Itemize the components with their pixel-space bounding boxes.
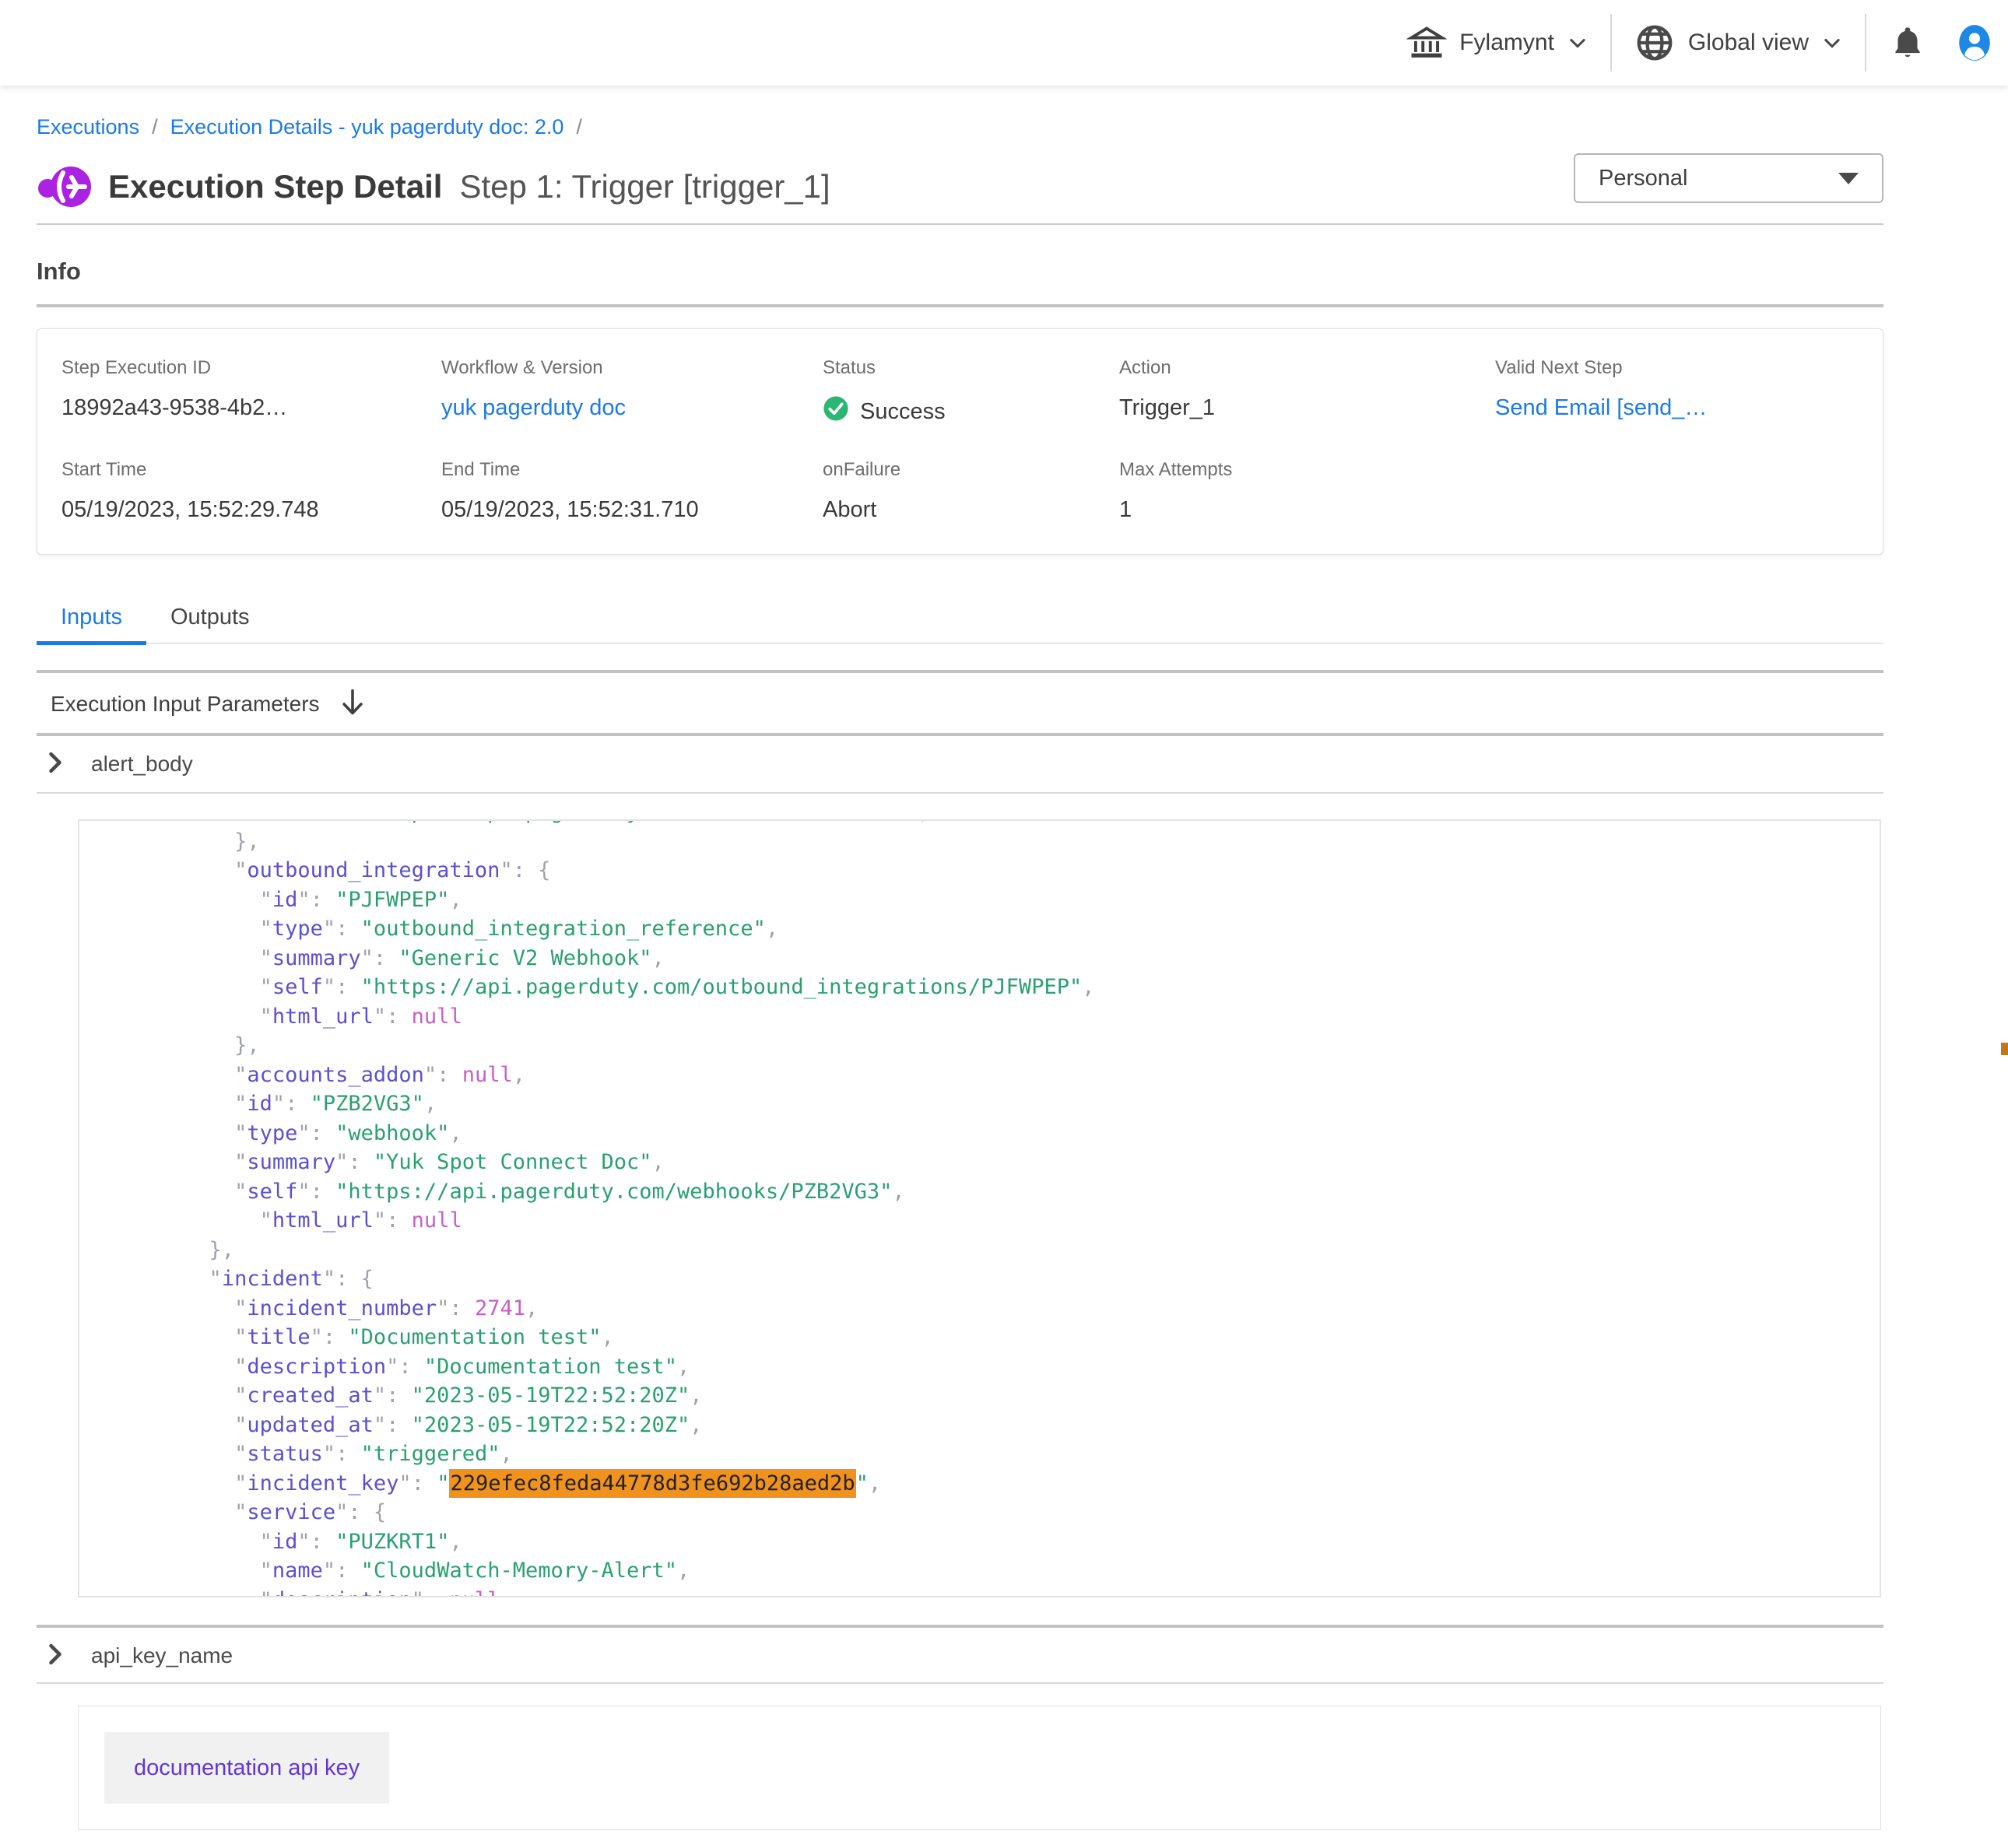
info-card: Step Execution ID 18992a43-9538-4b2… Wor…	[37, 328, 1883, 555]
param-label-alert-body: alert_body	[91, 752, 193, 777]
tab-inputs[interactable]: Inputs	[37, 605, 146, 643]
org-label: Fylamynt	[1459, 30, 1554, 56]
tab-outputs[interactable]: Outputs	[146, 605, 274, 643]
execution-input-parameters-row: Execution Input Parameters	[37, 687, 1883, 721]
divider	[37, 304, 1883, 307]
param-label-api-key-name: api_key_name	[91, 1643, 233, 1668]
field-step-execution-id: Step Execution ID 18992a43-9538-4b2…	[61, 357, 441, 428]
workflow-step-icon	[37, 159, 93, 215]
scrollbar-find-marker	[2001, 1043, 2008, 1055]
field-start-time: Start Time 05/19/2023, 15:52:29.748	[61, 459, 441, 523]
globe-icon	[1634, 22, 1676, 64]
next-step-link[interactable]: Send Email [send_…	[1495, 395, 1883, 421]
param-row-alert-body[interactable]: alert_body	[37, 746, 1883, 782]
view-label: Global view	[1688, 30, 1809, 56]
divider	[37, 670, 1883, 673]
breadcrumb: Executions / Execution Details - yuk pag…	[37, 115, 1883, 139]
divider	[37, 733, 1883, 736]
top-bar: Fylamynt Global view	[0, 0, 2008, 86]
topbar-divider	[1610, 14, 1612, 72]
info-heading: Info	[37, 258, 1883, 286]
scope-select[interactable]: Personal	[1574, 153, 1883, 203]
main-content: Executions / Execution Details - yuk pag…	[37, 86, 1883, 1848]
title-row: Execution Step Detail Step 1: Trigger [t…	[37, 156, 1883, 217]
notifications-button[interactable]	[1888, 23, 1927, 62]
divider	[37, 223, 1883, 225]
organization-icon	[1406, 23, 1447, 63]
org-menu[interactable]: Fylamynt	[1406, 23, 1588, 63]
divider	[37, 792, 1883, 794]
caret-down-icon	[1838, 173, 1859, 184]
api-key-name-value-box: documentation api key	[78, 1706, 1881, 1830]
divider	[37, 1682, 1883, 1684]
breadcrumb-separator: /	[152, 115, 158, 139]
field-workflow-version: Workflow & Version yuk pagerduty doc	[441, 357, 823, 428]
alert-body-json-viewer[interactable]: "self": "https://api.pagerduty.com/servi…	[78, 819, 1881, 1597]
chevron-down-icon	[1567, 32, 1588, 54]
chevron-right-icon	[46, 1643, 65, 1670]
workflow-link[interactable]: yuk pagerduty doc	[441, 395, 823, 421]
breadcrumb-separator: /	[576, 115, 582, 139]
scope-select-value: Personal	[1599, 166, 1838, 191]
page-subtitle: Step 1: Trigger [trigger_1]	[459, 168, 830, 205]
view-menu[interactable]: Global view	[1634, 22, 1843, 64]
chevron-right-icon	[46, 751, 65, 778]
field-max-attempts: Max Attempts 1	[1119, 459, 1495, 523]
breadcrumb-executions[interactable]: Executions	[37, 115, 139, 139]
download-arrow-icon[interactable]	[340, 689, 365, 721]
user-avatar[interactable]	[1955, 23, 1994, 62]
api-key-name-chip[interactable]: documentation api key	[104, 1732, 389, 1804]
field-onfailure: onFailure Abort	[823, 459, 1119, 523]
breadcrumb-execution-details[interactable]: Execution Details - yuk pagerduty doc: 2…	[170, 115, 564, 139]
field-end-time: End Time 05/19/2023, 15:52:31.710	[441, 459, 823, 523]
page-title: Execution Step Detail	[108, 168, 442, 205]
chevron-down-icon	[1821, 32, 1843, 54]
divider	[37, 1625, 1883, 1628]
field-valid-next-step: Valid Next Step Send Email [send_…	[1495, 357, 1883, 428]
topbar-divider	[1865, 14, 1866, 72]
tab-bar: Inputs Outputs	[37, 605, 1883, 643]
field-action: Action Trigger_1	[1119, 357, 1495, 428]
code-content: "self": "https://api.pagerduty.com/servi…	[79, 819, 1880, 1597]
status-badge: Success	[860, 399, 946, 425]
param-row-api-key-name[interactable]: api_key_name	[37, 1638, 1883, 1674]
success-check-icon	[823, 395, 849, 428]
field-status: Status Success	[823, 357, 1119, 428]
execution-input-parameters-label: Execution Input Parameters	[51, 692, 320, 717]
